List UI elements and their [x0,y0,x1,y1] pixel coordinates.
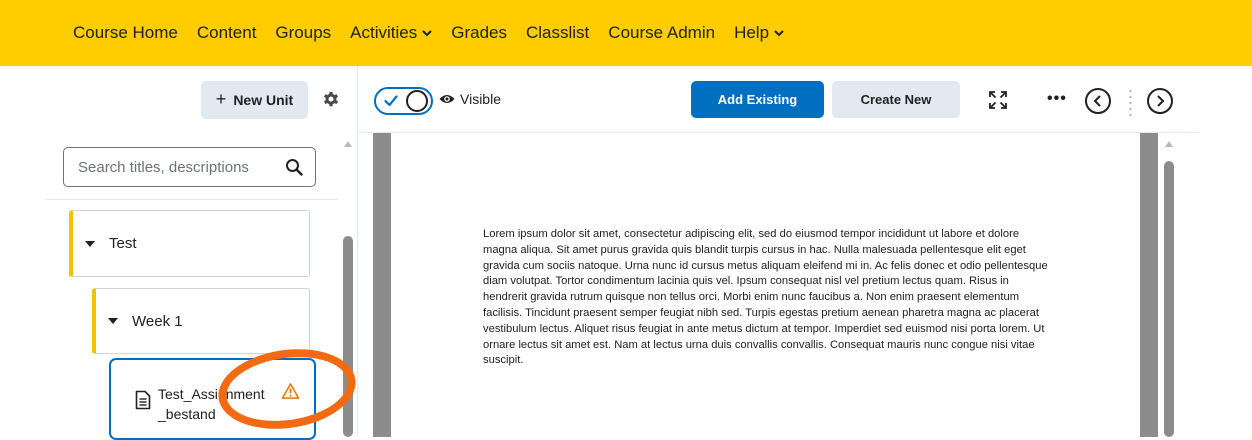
nav-grades-label: Grades [451,23,507,42]
document-text: Lorem ipsum dolor sit amet, consectetur … [483,228,1048,367]
toggle-knob [406,90,428,112]
scroll-up-arrow[interactable] [1165,141,1173,147]
nav-groups-label: Groups [275,23,332,42]
document-icon [135,390,151,410]
create-new-button[interactable]: Create New [832,81,960,118]
visibility-toggle[interactable] [374,87,433,115]
scroll-up-arrow[interactable] [344,141,352,147]
add-existing-button[interactable]: Add Existing [691,81,824,118]
document-page: Lorem ipsum dolor sit amet, consectetur … [391,133,1140,437]
nav-grades[interactable]: Grades [451,23,507,43]
search-icon[interactable] [285,158,303,176]
course-navbar: Course Home Content Groups Activities Gr… [0,0,1252,66]
content-sidebar: + New Unit Test Week 1 Test_Assignment_b… [0,66,361,440]
nav-help-label: Help [734,23,770,42]
search-field [63,147,316,187]
nav-course-admin-label: Course Admin [608,23,716,42]
gear-icon[interactable] [322,91,340,109]
scrollbar-thumb[interactable] [343,236,353,437]
chevron-right-icon [1157,95,1165,107]
new-unit-label: New Unit [233,92,294,108]
nav-activities-label: Activities [350,23,418,42]
chevron-down-icon [774,30,784,37]
chevron-left-icon [1093,95,1101,107]
scrollbar-thumb[interactable] [1164,161,1174,437]
unit-title: Week 1 [132,312,183,330]
nav-content-label: Content [196,23,257,42]
caret-down-icon[interactable] [85,240,95,247]
check-icon [384,95,398,107]
nav-course-admin[interactable]: Course Admin [608,23,715,43]
unit-test[interactable]: Test [69,210,310,277]
eye-icon [439,95,455,103]
nav-activities[interactable]: Activities [350,23,432,43]
nav-course-home[interactable]: Course Home [73,23,178,43]
next-topic-button[interactable] [1147,88,1173,114]
new-unit-button[interactable]: + New Unit [201,81,308,119]
topic-toolbar: Visible Add Existing Create New ••• [359,66,1199,133]
chevron-down-icon [422,30,432,37]
divider [45,199,338,200]
unit-title: Test [109,235,137,252]
plus-icon: + [215,88,227,109]
content-main: Visible Add Existing Create New ••• Lore… [359,66,1252,437]
search-input[interactable] [78,158,273,176]
nav-course-home-label: Course Home [73,23,178,42]
previous-topic-button[interactable] [1085,88,1111,114]
separator [1129,89,1132,116]
caret-down-icon[interactable] [108,318,118,324]
nav-content[interactable]: Content [197,23,257,43]
visibility-label: Visible [460,91,501,107]
nav-classlist[interactable]: Classlist [526,23,589,43]
document-viewer: Lorem ipsum dolor sit amet, consectetur … [373,133,1158,437]
viewer-scrollbar[interactable] [1163,141,1175,437]
expand-icon[interactable] [989,91,1007,109]
more-options-icon[interactable]: ••• [1047,90,1067,108]
nav-classlist-label: Classlist [526,23,590,42]
unit-week-1[interactable]: Week 1 [92,288,310,354]
nav-groups[interactable]: Groups [275,23,331,43]
nav-help[interactable]: Help [734,23,784,43]
